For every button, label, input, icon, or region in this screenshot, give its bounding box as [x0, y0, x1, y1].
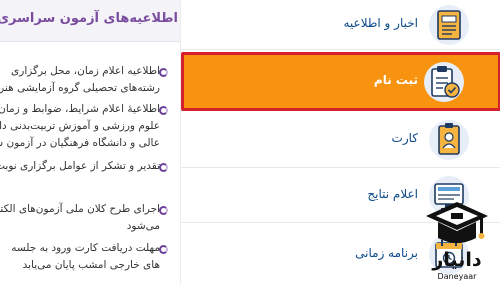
news-title: اطلاعیه‌های آزمون سراسری [0, 11, 178, 26]
bullet-icon [159, 206, 168, 215]
news-line: می‌شود [126, 220, 160, 232]
bullet-icon [159, 68, 168, 77]
news-icon [427, 3, 471, 47]
news-line: اطلاعیه اعلام زمان، محل برگزاری [11, 65, 160, 77]
menu-item-card[interactable]: کارت [181, 112, 500, 168]
news-line: اطلاعیهٔ اعلام شرایط، ضوابط و زمان [0, 103, 160, 115]
svg-text:Daneyaar: Daneyaar [438, 272, 478, 281]
registration-clipboard-icon [422, 60, 466, 104]
menu-item-label: ثبت نام [373, 73, 418, 87]
news-line: های خارجی امشب پایان می‌یابد [22, 259, 160, 271]
news-line: مهلت دریافت کارت ورود به جلسه [11, 242, 160, 254]
news-line: تقدیر و تشکر از عوامل برگزاری نوبت [0, 160, 160, 172]
bullet-icon [159, 106, 168, 115]
bullet-icon [159, 245, 168, 254]
news-line: علوم ورزشی و آموزش تربیت‌بدنی دانشگاه [0, 120, 160, 132]
menu-item-news[interactable]: اخبار و اطلاعیه [181, 0, 500, 50]
menu-item-label: اخبار و اطلاعیه [343, 16, 418, 30]
news-line: عالی و دانشگاه فرهنگیان در آزمون سراسری [0, 137, 160, 149]
news-header: اطلاعیه‌های آزمون سراسری [0, 0, 188, 42]
svg-text:دانیار: دانیار [431, 249, 481, 271]
news-line: رشته‌های تحصیلی گروه آزمایشی هنر [0, 82, 160, 94]
bullet-icon [159, 163, 168, 172]
news-line: اجرای طرح کلان ملی آزمون‌های الکترونیکی [0, 203, 160, 215]
menu-item-label: برنامه زمانی [355, 246, 418, 260]
id-card-icon [427, 118, 471, 162]
daneyaar-watermark-logo: دانیار Daneyaar [418, 196, 496, 282]
news-panel: اطلاعیه‌های آزمون سراسری اطلاعیه اعلام ز… [0, 0, 188, 284]
menu-item-registration[interactable]: ثبت نام [181, 52, 500, 111]
menu-item-label: کارت [391, 131, 418, 145]
menu-item-label: اعلام نتایج [367, 187, 418, 201]
